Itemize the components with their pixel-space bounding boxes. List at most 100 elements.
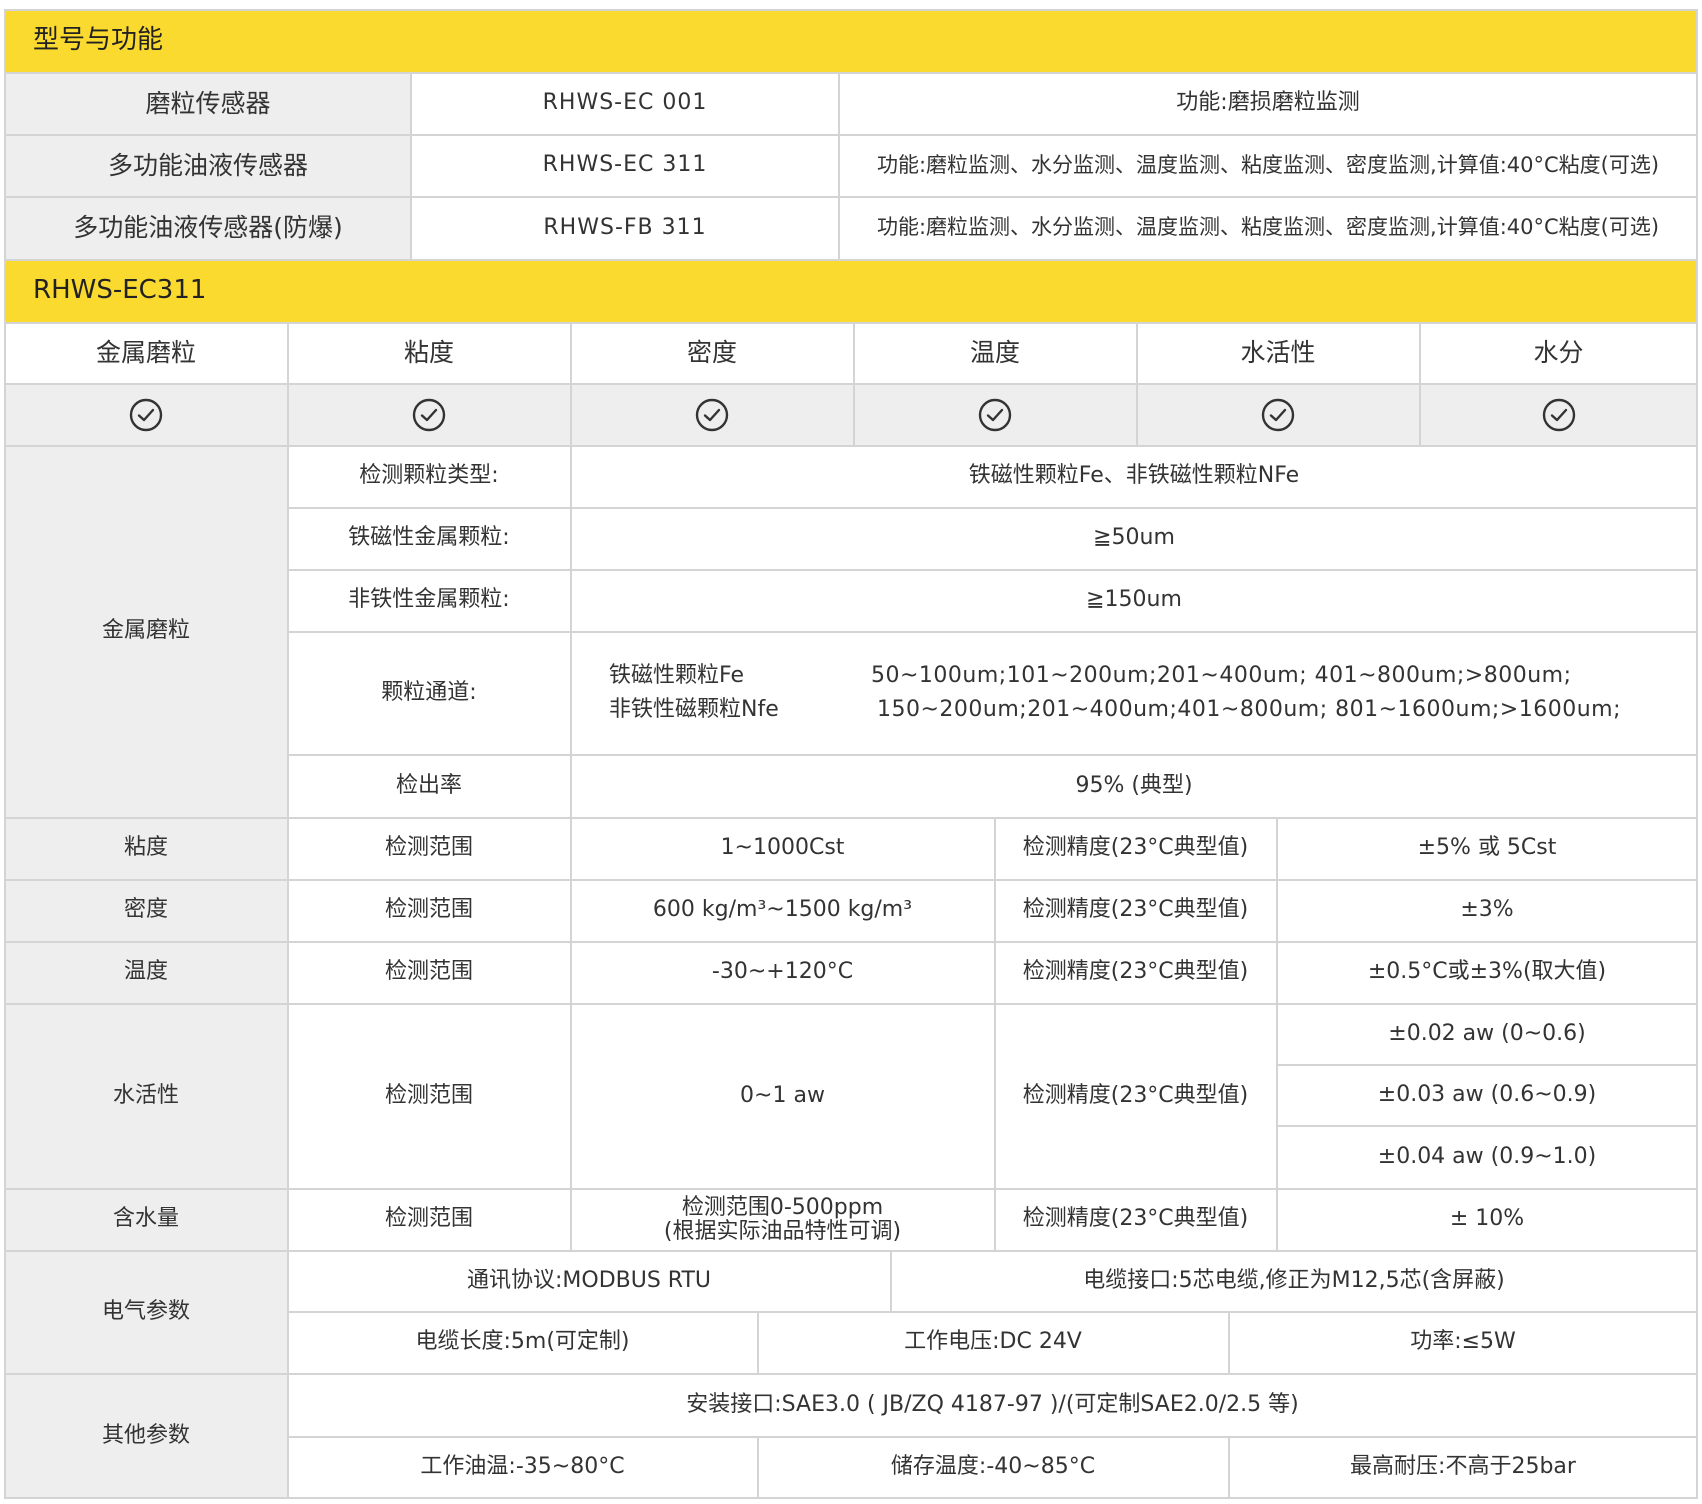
feature-check-water xyxy=(1420,384,1697,445)
grid-line xyxy=(287,754,1698,756)
row-label-density: 密度 xyxy=(5,880,287,941)
row-label-water-content: 含水量 xyxy=(5,1189,287,1250)
channel-ranges: 50~100um;101~200um;201~400um; 401~800um;… xyxy=(871,663,1621,724)
row-label-electrical: 电气参数 xyxy=(5,1251,287,1373)
grid-line xyxy=(757,1436,759,1498)
viscosity-accuracy-label: 检测精度(23°C典型值) xyxy=(995,818,1276,879)
metal-nfe-value: ≧150um xyxy=(571,570,1697,631)
check-circle-icon xyxy=(129,398,163,431)
water-activity-accuracy-label: 检测精度(23°C典型值) xyxy=(995,1004,1276,1188)
row-label-viscosity: 粘度 xyxy=(5,818,287,879)
grid-line xyxy=(4,9,1698,11)
grid-line xyxy=(1276,1064,1698,1066)
water-content-range-line2: (根据实际油品特性可调) xyxy=(663,1218,902,1244)
metal-channel-value: 铁磁性颗粒Fe 非铁性磁颗粒Nfe 50~100um;101~200um;201… xyxy=(571,632,1697,754)
other-storage-temp: 储存温度:-40~85°C xyxy=(758,1437,1228,1498)
grid-line xyxy=(287,569,1698,571)
metal-fe-value: ≧50um xyxy=(571,508,1697,569)
grid-line xyxy=(4,941,1698,943)
section-title-text: 型号与功能 xyxy=(33,25,164,56)
water-content-range-text: 检测范围0-500ppm (根据实际油品特性可调) xyxy=(664,1196,901,1242)
grid-line xyxy=(570,322,572,446)
channel-names: 铁磁性颗粒Fe 非铁性磁颗粒Nfe xyxy=(609,663,871,724)
model-row-3-name: 多功能油液传感器(防爆) xyxy=(5,197,411,259)
check-circle-icon xyxy=(978,398,1012,431)
temperature-range-label: 检测范围 xyxy=(288,942,570,1003)
grid-line xyxy=(4,1188,1698,1190)
water-content-range-label: 检测范围 xyxy=(288,1189,570,1250)
grid-line xyxy=(287,631,1698,633)
model-row-3-model: RHWS-FB 311 xyxy=(411,197,839,259)
water-activity-accuracy-2: ±0.03 aw (0.6~0.9) xyxy=(1277,1065,1697,1125)
electrical-voltage: 工作电压:DC 24V xyxy=(758,1312,1228,1373)
row-label-water-activity: 水活性 xyxy=(5,1004,287,1188)
viscosity-accuracy-value: ±5% 或 5Cst xyxy=(1277,818,1697,879)
section-title-text: RHWS-EC311 xyxy=(33,275,207,306)
grid-line xyxy=(287,1311,1698,1313)
feature-header-water: 水分 xyxy=(1420,323,1697,383)
grid-line xyxy=(4,259,1698,261)
grid-line xyxy=(1228,1436,1230,1498)
check-circle-icon xyxy=(412,398,446,431)
temperature-range-value: -30~+120°C xyxy=(571,942,994,1003)
water-content-accuracy-label: 检测精度(23°C典型值) xyxy=(995,1189,1276,1250)
metal-rate-label: 检出率 xyxy=(288,755,570,817)
grid-line xyxy=(838,72,840,260)
other-max-pressure: 最高耐压:不高于25bar xyxy=(1229,1437,1697,1498)
grid-line xyxy=(4,9,6,1499)
section-rhws-ec311-title: RHWS-EC311 xyxy=(5,260,1697,322)
row-label-metal: 金属磨粒 xyxy=(5,446,287,817)
grid-line xyxy=(4,1250,1698,1252)
grid-line xyxy=(4,1373,1698,1375)
section-model-function-title: 型号与功能 xyxy=(5,10,1697,72)
channel-nfe-ranges: 150~200um;201~400um;401~800um; 801~1600u… xyxy=(877,697,1622,722)
temperature-accuracy-value: ±0.5°C或±3%(取大值) xyxy=(1277,942,1697,1003)
grid-line xyxy=(4,134,1698,136)
check-circle-icon xyxy=(695,398,729,431)
feature-header-temperature: 温度 xyxy=(854,323,1136,383)
density-accuracy-label: 检测精度(23°C典型值) xyxy=(995,880,1276,941)
electrical-protocol: 通讯协议:MODBUS RTU xyxy=(288,1251,890,1311)
row-label-temperature: 温度 xyxy=(5,942,287,1003)
feature-header-metal: 金属磨粒 xyxy=(5,323,287,383)
grid-line xyxy=(1276,1125,1698,1127)
metal-nfe-label: 非铁性金属颗粒: xyxy=(288,570,570,631)
other-oil-temp: 工作油温:-35~80°C xyxy=(288,1437,757,1498)
feature-check-temperature xyxy=(854,384,1136,445)
water-activity-range-label: 检测范围 xyxy=(288,1004,570,1188)
model-row-2-model: RHWS-EC 311 xyxy=(411,135,839,196)
grid-line xyxy=(1276,817,1278,1251)
grid-line xyxy=(4,445,1698,447)
check-circle-icon xyxy=(1261,398,1295,431)
grid-line xyxy=(4,196,1698,198)
viscosity-range-label: 检测范围 xyxy=(288,818,570,879)
grid-line xyxy=(287,1436,1698,1438)
channel-nfe-name: 非铁性磁颗粒Nfe xyxy=(609,697,779,722)
density-range-value: 600 kg/m³~1500 kg/m³ xyxy=(571,880,994,941)
electrical-power: 功率:≤5W xyxy=(1229,1312,1697,1373)
model-row-3-function: 功能:磨粒监测、水分监测、温度监测、粘度监测、密度监测,计算值:40°C粘度(可… xyxy=(839,197,1697,259)
metal-channel-label: 颗粒通道: xyxy=(288,632,570,754)
grid-line xyxy=(890,1250,892,1312)
grid-line xyxy=(1228,1311,1230,1374)
grid-line xyxy=(287,507,1698,509)
feature-check-metal xyxy=(5,384,287,445)
grid-line xyxy=(287,322,289,446)
grid-line xyxy=(757,1311,759,1374)
channel-fe-ranges: 50~100um;101~200um;201~400um; 401~800um;… xyxy=(871,662,1572,688)
electrical-cable-interface: 电缆接口:5芯电缆,修正为M12,5芯(含屏蔽) xyxy=(891,1251,1697,1311)
grid-line xyxy=(853,322,855,446)
feature-header-water-activity: 水活性 xyxy=(1137,323,1419,383)
metal-fe-label: 铁磁性金属颗粒: xyxy=(288,508,570,569)
grid-line xyxy=(1419,322,1421,446)
water-activity-accuracy-3: ±0.04 aw (0.9~1.0) xyxy=(1277,1126,1697,1188)
model-row-2-function: 功能:磨粒监测、水分监测、温度监测、粘度监测、密度监测,计算值:40°C粘度(可… xyxy=(839,135,1697,196)
water-activity-range-value: 0~1 aw xyxy=(571,1004,994,1188)
water-content-range-value: 检测范围0-500ppm (根据实际油品特性可调) xyxy=(571,1189,994,1250)
water-activity-accuracy-1: ±0.02 aw (0~0.6) xyxy=(1277,1004,1697,1064)
viscosity-range-value: 1~1000Cst xyxy=(571,818,994,879)
temperature-accuracy-label: 检测精度(23°C典型值) xyxy=(995,942,1276,1003)
grid-line xyxy=(570,817,572,1251)
grid-line xyxy=(4,1003,1698,1005)
grid-line xyxy=(410,72,412,260)
